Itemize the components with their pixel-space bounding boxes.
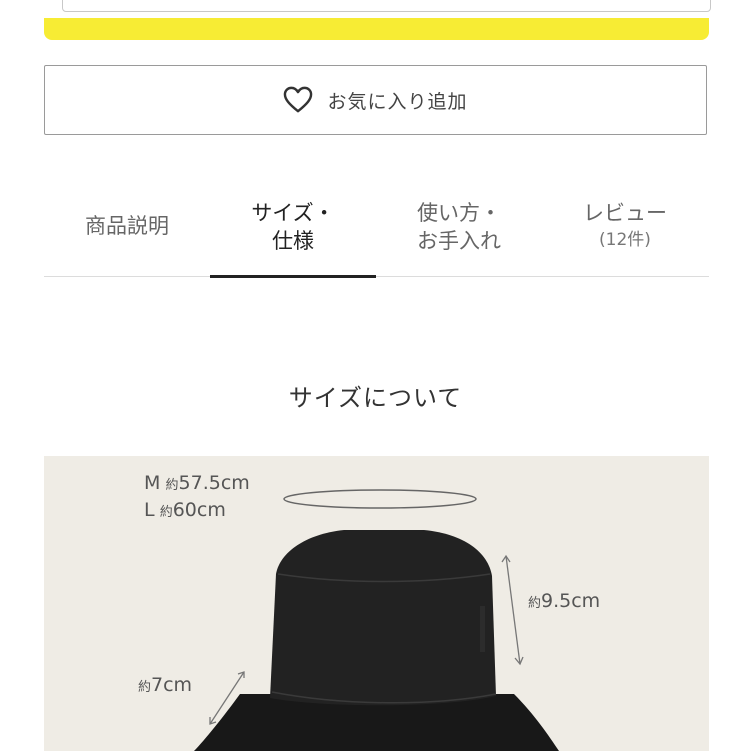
active-tab-underline [210, 275, 376, 278]
tab-reviews-count: (12件) [599, 230, 651, 250]
yellow-accent-bar [44, 18, 709, 40]
tab-size-spec-label-line2: 仕様 [272, 229, 314, 253]
tab-size-spec-label-line1: サイズ・ [251, 201, 335, 225]
tab-size-spec[interactable]: サイズ・ 仕様 [210, 190, 376, 276]
crown-height-label: 約9.5cm [528, 590, 601, 612]
size-m-label: M 約57.5cm [144, 472, 250, 494]
top-input-box [62, 0, 711, 12]
circumference-ellipse [283, 489, 477, 509]
hat-crown [270, 530, 496, 706]
tab-description[interactable]: 商品説明 [44, 190, 210, 276]
size-l-label: L 約60cm [144, 499, 226, 521]
tab-reviews-label: レビュー [583, 201, 667, 225]
tab-usage-care-label-line1: 使い方・ [417, 201, 501, 225]
add-to-favorites-button[interactable]: お気に入り追加 [44, 65, 707, 135]
tab-description-label: 商品説明 [85, 214, 169, 238]
tab-usage-care-label-line2: お手入れ [417, 229, 501, 253]
tab-reviews[interactable]: レビュー (12件) [542, 190, 708, 276]
brim-width-label: 約7cm [138, 674, 193, 696]
tab-usage-care[interactable]: 使い方・ お手入れ [376, 190, 542, 276]
heart-outline-icon [284, 86, 313, 113]
product-tabs: 商品説明 サイズ・ 仕様 使い方・ お手入れ レビュー (12件) [44, 190, 709, 278]
hat-size-diagram-photo: M 約57.5cm L 約60cm 約9.5cm 約7cm [44, 456, 709, 751]
add-to-favorites-label: お気に入り追加 [327, 90, 468, 113]
size-section-title: サイズについて [288, 384, 463, 412]
